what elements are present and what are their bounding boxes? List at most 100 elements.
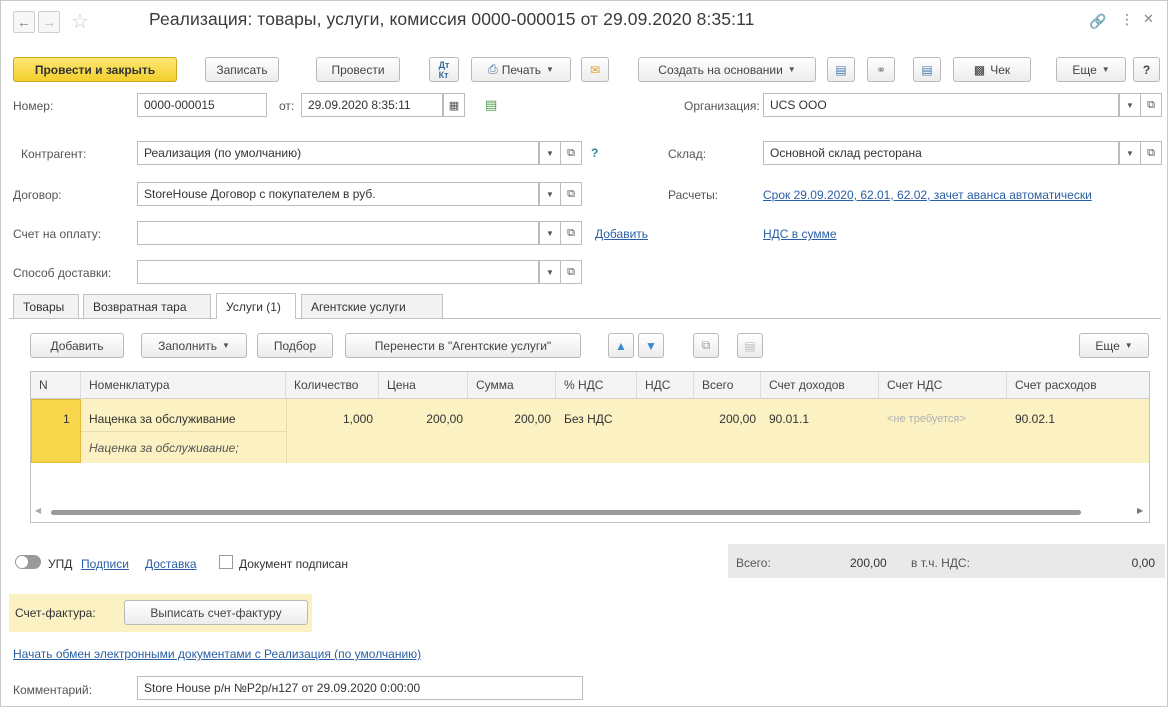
delivery-link[interactable]: Доставка: [145, 557, 197, 571]
cell-income-account: 90.01.1: [769, 412, 810, 426]
contract-field[interactable]: StoreHouse Договор с покупателем в руб.: [137, 182, 539, 206]
table-more-button[interactable]: Еще ▼: [1079, 333, 1149, 358]
open-icon[interactable]: ⧉: [560, 141, 582, 165]
vat-in-amount-link[interactable]: НДС в сумме: [763, 227, 837, 241]
more-button[interactable]: Еще ▼: [1056, 57, 1126, 82]
select-button[interactable]: Подбор: [257, 333, 333, 358]
more-vertical-icon[interactable]: ⋮: [1120, 11, 1134, 28]
warehouse-field[interactable]: Основной склад ресторана: [763, 141, 1119, 165]
column-header-quantity[interactable]: Количество: [286, 372, 379, 399]
organization-field[interactable]: UCS OOO: [763, 93, 1119, 117]
link-icon[interactable]: 🔗: [1089, 13, 1106, 30]
column-header-vat-rate[interactable]: % НДС: [556, 372, 637, 399]
structure-icon[interactable]: ▤: [827, 57, 855, 82]
chevron-down-icon[interactable]: ▼: [539, 141, 561, 165]
fill-button[interactable]: Заполнить ▼: [141, 333, 247, 358]
tab-returnable-packaging[interactable]: Возвратная тара: [83, 294, 211, 318]
column-header-vat[interactable]: НДС: [637, 372, 694, 399]
tab-agent-services[interactable]: Агентские услуги: [301, 294, 443, 318]
chevron-down-icon[interactable]: ▼: [1119, 93, 1141, 117]
chevron-down-icon[interactable]: ▼: [539, 182, 561, 206]
document-signed-checkbox[interactable]: [219, 555, 233, 569]
toggle-knob: [16, 556, 28, 568]
cell-sum: 200,00: [514, 412, 551, 426]
favorite-star-icon[interactable]: ☆: [71, 9, 89, 34]
dt-kt-icon[interactable]: Дт Кт: [429, 57, 459, 82]
post-button[interactable]: Провести: [316, 57, 400, 82]
column-header-item[interactable]: Номенклатура: [81, 372, 286, 399]
comment-field[interactable]: Store House р/н №P2р/н127 от 29.09.2020 …: [137, 676, 583, 700]
delete-icon[interactable]: ▤: [737, 333, 763, 358]
document-icon[interactable]: ▤: [913, 57, 941, 82]
settlements-label: Расчеты:: [668, 188, 719, 202]
post-and-close-button[interactable]: Провести и закрыть: [13, 57, 177, 82]
close-icon[interactable]: ✕: [1143, 11, 1154, 27]
tab-services[interactable]: Услуги (1): [216, 293, 296, 319]
email-icon[interactable]: ✉: [581, 57, 609, 82]
attachment-icon[interactable]: ⚭: [867, 57, 895, 82]
column-header-income-account[interactable]: Счет доходов: [761, 372, 879, 399]
window-title: Реализация: товары, услуги, комиссия 000…: [149, 9, 755, 29]
signatures-link[interactable]: Подписи: [81, 557, 129, 571]
chevron-down-icon[interactable]: ▼: [539, 221, 561, 245]
document-history-icon[interactable]: ▤: [485, 97, 497, 113]
cell-price: 200,00: [426, 412, 463, 426]
cash-register-icon: ▩: [973, 62, 986, 77]
document-window: ← → ☆ Реализация: товары, услуги, комисс…: [0, 0, 1168, 707]
organization-label: Организация:: [684, 99, 760, 113]
calendar-icon[interactable]: ▦: [443, 93, 465, 117]
date-field[interactable]: 29.09.2020 8:35:11: [301, 93, 443, 117]
scroll-right-icon[interactable]: ▶: [1137, 506, 1143, 515]
open-icon[interactable]: ⧉: [1140, 93, 1162, 117]
row-number-cell[interactable]: [31, 399, 81, 463]
contractor-field[interactable]: Реализация (по умолчанию): [137, 141, 539, 165]
print-button-label: Печать: [501, 62, 541, 77]
table-more-label: Еще: [1095, 338, 1120, 353]
question-icon[interactable]: ?: [591, 146, 598, 160]
save-button[interactable]: Записать: [205, 57, 279, 82]
invoice-panel: Счет-фактура: Выписать счет-фактуру: [9, 594, 312, 632]
open-icon[interactable]: ⧉: [560, 260, 582, 284]
total-label: Всего:: [736, 556, 771, 570]
scroll-left-icon[interactable]: ◀: [35, 506, 41, 515]
issue-invoice-button[interactable]: Выписать счет-фактуру: [124, 600, 308, 625]
open-icon[interactable]: ⧉: [560, 182, 582, 206]
column-header-expense-account[interactable]: Счет расходов: [1007, 372, 1149, 399]
move-to-agent-services-button[interactable]: Перенести в "Агентские услуги": [345, 333, 581, 358]
open-icon[interactable]: ⧉: [560, 221, 582, 245]
cell-n: 1: [63, 412, 70, 426]
open-icon[interactable]: ⧉: [1140, 141, 1162, 165]
create-based-on-button[interactable]: Создать на основании ▼: [638, 57, 816, 82]
add-invoice-link[interactable]: Добавить: [595, 227, 648, 241]
chevron-down-icon[interactable]: ▼: [539, 260, 561, 284]
add-row-button[interactable]: Добавить: [30, 333, 124, 358]
back-button[interactable]: ←: [13, 11, 35, 33]
copy-icon[interactable]: ⧉: [693, 333, 719, 358]
chevron-down-icon[interactable]: ▼: [1119, 141, 1141, 165]
delivery-method-field[interactable]: [137, 260, 539, 284]
column-header-n[interactable]: N: [31, 372, 81, 399]
help-button[interactable]: ?: [1133, 57, 1160, 82]
fill-button-label: Заполнить: [158, 338, 217, 353]
column-header-vat-account[interactable]: Счет НДС: [879, 372, 1007, 399]
column-header-price[interactable]: Цена: [379, 372, 468, 399]
chevron-down-icon: ▼: [546, 65, 554, 74]
print-button[interactable]: ⎙ Печать ▼: [471, 57, 571, 82]
move-up-icon[interactable]: ▲: [608, 333, 634, 358]
create-based-on-label: Создать на основании: [658, 62, 783, 77]
tab-goods[interactable]: Товары: [13, 294, 79, 318]
upd-toggle[interactable]: [15, 555, 41, 569]
column-header-total[interactable]: Всего: [694, 372, 761, 399]
printer-icon: ⎙: [488, 62, 498, 76]
upd-label: УПД: [48, 557, 73, 571]
horizontal-scrollbar[interactable]: [51, 510, 1081, 515]
cell-vat-account: <не требуется>: [887, 413, 966, 425]
move-down-icon[interactable]: ▼: [638, 333, 664, 358]
start-edo-link[interactable]: Начать обмен электронными документами с …: [13, 647, 421, 661]
forward-button[interactable]: →: [38, 11, 60, 33]
receipt-button[interactable]: ▩ Чек: [953, 57, 1031, 82]
invoice-field[interactable]: [137, 221, 539, 245]
column-header-sum[interactable]: Сумма: [468, 372, 556, 399]
settlements-link[interactable]: Срок 29.09.2020, 62.01, 62.02, зачет ава…: [763, 188, 1092, 202]
number-field[interactable]: 0000-000015: [137, 93, 267, 117]
